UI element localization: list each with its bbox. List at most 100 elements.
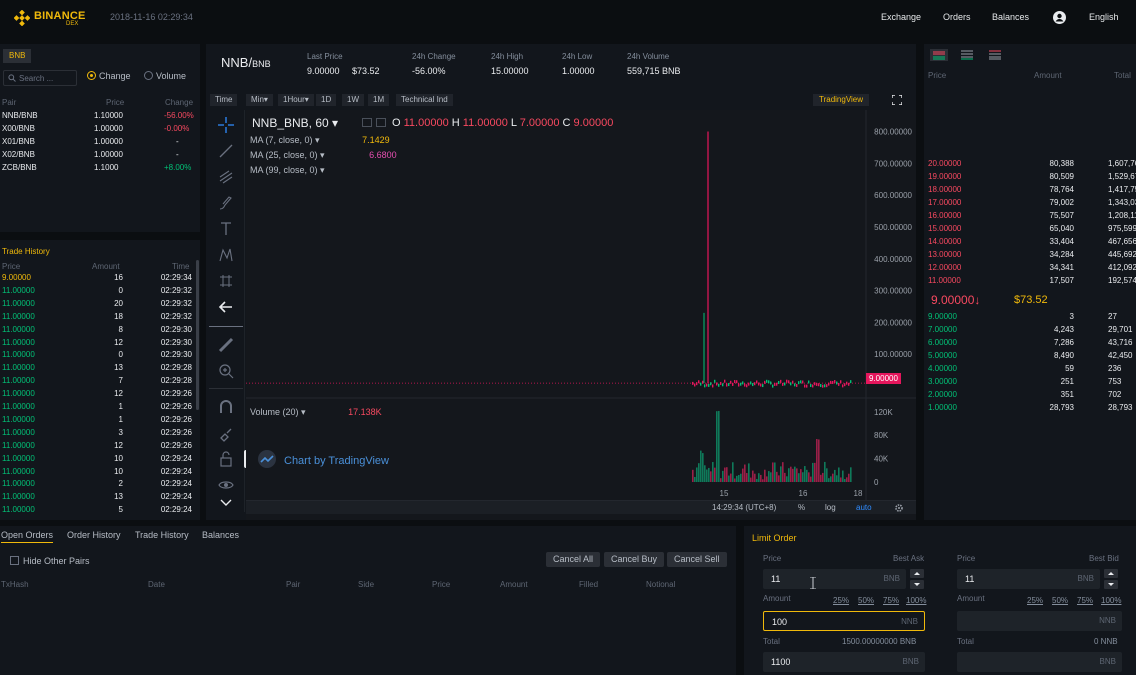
magnet-icon[interactable] xyxy=(217,398,235,416)
opt-log[interactable]: log xyxy=(825,503,836,512)
prediction-tool-icon[interactable] xyxy=(217,272,235,290)
tab-order-history[interactable]: Order History xyxy=(67,530,121,540)
radio-volume[interactable]: Volume xyxy=(144,71,186,81)
ob-bid-row[interactable]: 3.00000 251 753 xyxy=(924,377,1136,390)
sell-pct-100[interactable]: 100% xyxy=(1101,596,1121,605)
cancel-all-button[interactable]: Cancel All xyxy=(546,552,601,567)
ruler-icon[interactable] xyxy=(217,336,235,354)
tb-technical[interactable]: Technical Ind xyxy=(396,94,453,106)
user-account-icon[interactable] xyxy=(1053,11,1066,24)
opt-auto[interactable]: auto xyxy=(856,503,872,512)
sell-pct-75[interactable]: 75% xyxy=(1077,596,1093,605)
pattern-tool-icon[interactable] xyxy=(217,246,235,264)
ob-bid-row[interactable]: 9.00000 3 27 xyxy=(924,312,1136,325)
tb-time[interactable]: Time xyxy=(210,94,238,106)
sell-best-bid[interactable]: Best Bid xyxy=(1089,554,1119,563)
text-tool-icon[interactable] xyxy=(217,220,235,238)
market-row[interactable]: X01/BNB 1.00000 - xyxy=(0,137,200,150)
buy-total-field[interactable]: 1100 BNB xyxy=(763,652,925,672)
tab-open-orders[interactable]: Open Orders xyxy=(1,530,54,543)
price-chart[interactable]: 800.00000 700.00000 600.00000 500.00000 400.… xyxy=(246,110,916,520)
sell-pct-50[interactable]: 50% xyxy=(1052,596,1068,605)
chart-symbol[interactable]: NNB_BNB, 60 ▾ xyxy=(252,116,338,130)
ob-ask-row[interactable]: 17.00000 79,002 1,343,034 xyxy=(924,198,1136,211)
trendline-icon[interactable] xyxy=(217,142,235,160)
buy-pct-25[interactable]: 25% xyxy=(833,596,849,605)
volume-indicator-row[interactable]: Volume (20) ▾ 17.138K xyxy=(250,407,382,418)
buy-pct-75[interactable]: 75% xyxy=(883,596,899,605)
tb-1w[interactable]: 1W xyxy=(342,94,364,106)
ob-ask-row[interactable]: 20.00000 80,388 1,607,760 xyxy=(924,159,1136,172)
nav-balances[interactable]: Balances xyxy=(992,12,1029,22)
orderbook-bids-icon[interactable] xyxy=(958,49,976,61)
language-select[interactable]: English xyxy=(1089,12,1119,22)
ob-ask-row[interactable]: 13.00000 34,284 445,692 xyxy=(924,250,1136,263)
trade-history-scrollbar[interactable] xyxy=(196,260,199,410)
sell-pct-25[interactable]: 25% xyxy=(1027,596,1043,605)
market-row[interactable]: X00/BNB 1.00000 -0.00% xyxy=(0,124,200,137)
opt-percent[interactable]: % xyxy=(798,503,805,512)
market-row[interactable]: X02/BNB 1.00000 - xyxy=(0,150,200,163)
tab-balances[interactable]: Balances xyxy=(202,530,239,540)
ob-ask-row[interactable]: 19.00000 80,509 1,529,671 xyxy=(924,172,1136,185)
ob-ask-row[interactable]: 18.00000 78,764 1,417,752 xyxy=(924,185,1136,198)
ma99-row[interactable]: MA (99, close, 0) ▾ xyxy=(250,165,325,176)
cancel-sell-button[interactable]: Cancel Sell xyxy=(667,552,727,567)
chart-settings-gear-icon[interactable] xyxy=(894,503,904,513)
ob-ask-row[interactable]: 11.00000 17,507 192,574 xyxy=(924,276,1136,289)
tradingview-button[interactable]: TradingView xyxy=(813,94,870,106)
market-row[interactable]: ZCB/BNB 1.1000 +8.00% xyxy=(0,163,200,176)
tb-1hour[interactable]: 1Hour▾ xyxy=(278,94,314,106)
ob-ask-row[interactable]: 14.00000 33,404 467,656 xyxy=(924,237,1136,250)
buy-pct-100[interactable]: 100% xyxy=(906,596,926,605)
hide-other-pairs-checkbox[interactable] xyxy=(10,556,19,565)
ob-bid-row[interactable]: 6.00000 7,286 43,716 xyxy=(924,338,1136,351)
orderbook-asks-icon[interactable] xyxy=(986,49,1004,61)
buy-price-up[interactable] xyxy=(910,569,924,578)
buy-amount-field[interactable]: 100 NNB xyxy=(763,611,925,631)
eye-icon[interactable] xyxy=(217,476,235,494)
radio-change[interactable]: Change xyxy=(87,71,131,81)
cancel-buy-button[interactable]: Cancel Buy xyxy=(604,552,665,567)
market-search-input[interactable]: Search ... xyxy=(3,70,77,86)
crosshair-icon[interactable] xyxy=(217,116,235,134)
orderbook-both-icon[interactable] xyxy=(930,49,948,61)
ob-ask-row[interactable]: 16.00000 75,507 1,208,112 xyxy=(924,211,1136,224)
sell-price-down[interactable] xyxy=(1104,580,1118,589)
buy-price-down[interactable] xyxy=(910,580,924,589)
sell-amount-field[interactable]: NNB xyxy=(957,611,1122,631)
ma7-row[interactable]: MA (7, close, 0) ▾ 7.1429 xyxy=(250,135,390,146)
hide-other-pairs[interactable]: Hide Other Pairs xyxy=(10,556,90,566)
lock-icon[interactable] xyxy=(217,450,235,468)
zoom-icon[interactable] xyxy=(217,362,235,380)
tb-1d[interactable]: 1D xyxy=(316,94,337,106)
ob-bid-row[interactable]: 5.00000 8,490 42,450 xyxy=(924,351,1136,364)
limit-order-title[interactable]: Limit Order xyxy=(752,533,797,543)
tb-1m[interactable]: 1M xyxy=(368,94,390,106)
binance-dex-logo[interactable]: BINANCE DEX xyxy=(14,8,90,28)
symbol-settings-icon[interactable] xyxy=(362,118,372,127)
market-tab-bnb[interactable]: BNB xyxy=(3,49,32,63)
sell-price-up[interactable] xyxy=(1104,569,1118,578)
lock-drawing-icon[interactable] xyxy=(217,424,235,442)
ob-bid-row[interactable]: 4.00000 59 236 xyxy=(924,364,1136,377)
buy-best-ask[interactable]: Best Ask xyxy=(893,554,924,563)
fib-tool-icon[interactable] xyxy=(217,168,235,186)
buy-price-field[interactable]: 11 BNB xyxy=(763,569,906,589)
ob-bid-row[interactable]: 2.00000 351 702 xyxy=(924,390,1136,403)
back-arrow-icon[interactable] xyxy=(217,298,235,316)
ob-ask-row[interactable]: 15.00000 65,040 975,599 xyxy=(924,224,1136,237)
ob-bid-row[interactable]: 7.00000 4,243 29,701 xyxy=(924,325,1136,338)
buy-pct-50[interactable]: 50% xyxy=(858,596,874,605)
sell-total-field[interactable]: BNB xyxy=(957,652,1122,672)
market-row[interactable]: NNB/BNB 1.10000 -56.00% xyxy=(0,111,200,124)
symbol-hide-icon[interactable] xyxy=(376,118,386,127)
nav-exchange[interactable]: Exchange xyxy=(881,12,921,22)
ma25-row[interactable]: MA (25, close, 0) ▾ 6.6800 xyxy=(250,150,397,161)
fullscreen-icon[interactable] xyxy=(892,95,902,105)
ob-bid-row[interactable]: 1.00000 28,793 28,793 xyxy=(924,403,1136,416)
tab-trade-history[interactable]: Trade History xyxy=(135,530,189,540)
chevron-down-icon[interactable] xyxy=(217,494,235,512)
tradingview-watermark[interactable]: Chart by TradingView xyxy=(256,450,389,468)
brush-icon[interactable] xyxy=(217,194,235,212)
